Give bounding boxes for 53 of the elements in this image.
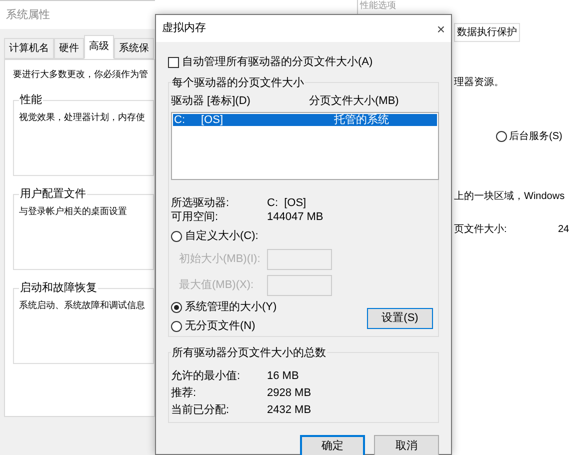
field-value: 24 — [558, 223, 570, 237]
dialog-button[interactable]: 确定 — [300, 435, 365, 455]
field-label: 页文件大小: — [454, 222, 507, 237]
group-title: 每个驱动器的分页文件大小 — [171, 76, 305, 88]
tab[interactable]: 计算机名 — [4, 38, 54, 59]
checkbox-label: 自动管理所有驱动器的分页文件大小(A) — [182, 54, 373, 70]
group-text: 与登录帐户相关的桌面设置 — [19, 204, 127, 218]
radio-button[interactable] — [496, 131, 507, 142]
group-title: 所有驱动器分页文件大小的总数 — [171, 346, 327, 358]
total-value: 2432 MB — [267, 403, 312, 417]
info-label: 可用空间: — [171, 210, 220, 224]
tab[interactable]: 系统保 — [114, 38, 154, 59]
radio-button[interactable] — [171, 231, 182, 242]
column-header: 分页文件大小(MB) — [309, 94, 399, 109]
window-title: 性能选项 — [360, 0, 396, 11]
info-value: C: [OS] — [267, 196, 308, 210]
group-title: 用户配置文件 — [19, 188, 87, 200]
radio-label: 后台服务(S) — [509, 130, 562, 144]
tab[interactable]: 高级 — [84, 35, 114, 59]
total-label: 允许的最小值: — [171, 369, 242, 383]
info-value: 144047 MB — [267, 210, 324, 224]
tab[interactable]: 数据执行保护 — [454, 23, 520, 42]
group-text: 视觉效果，处理器计划，内存使 — [19, 110, 145, 124]
list-row[interactable]: C: [OS] 托管的系统 — [173, 114, 437, 126]
description-text: 上的一块区域，Windows — [454, 190, 565, 204]
dialog-button[interactable]: 取消 — [374, 435, 439, 455]
set-button[interactable]: 设置(S) — [367, 308, 433, 328]
total-label: 当前已分配: — [171, 403, 230, 417]
field-label: 初始大小(MB)(I): — [178, 252, 262, 267]
radio-label: 自定义大小(C): — [185, 228, 258, 244]
info-label: 所选驱动器: — [171, 196, 230, 210]
size-cell: 托管的系统 — [334, 114, 389, 126]
group-text: 系统启动、系统故障和调试信息 — [19, 298, 145, 312]
field-label: 最大值(MB)(X): — [178, 278, 255, 293]
close-button[interactable]: × — [436, 22, 445, 36]
total-value: 16 MB — [267, 369, 300, 383]
total-value: 2928 MB — [267, 386, 312, 400]
description-text: 理器资源。 — [454, 76, 504, 90]
column-header: 驱动器 [卷标](D) — [171, 94, 252, 109]
drive-cell-text: C: — [173, 114, 186, 126]
group-title: 启动和故障恢复 — [19, 282, 98, 294]
radio-button[interactable] — [171, 321, 182, 332]
label-cell-text: [OS] — [201, 114, 224, 126]
instruction-text: 要进行大多数更改，你必须作为管 — [13, 68, 149, 81]
window-title: 系统属性 — [6, 8, 50, 23]
tab[interactable]: 硬件 — [54, 38, 84, 59]
radio-button[interactable] — [171, 302, 182, 313]
radio-label: 无分页文件(N) — [185, 318, 256, 334]
radio-label: 系统管理的大小(Y) — [185, 300, 277, 316]
checkbox[interactable] — [168, 56, 179, 68]
dialog-title: 虚拟内存 — [162, 20, 206, 36]
group-title: 性能 — [19, 94, 43, 106]
total-label: 推荐: — [171, 386, 198, 400]
